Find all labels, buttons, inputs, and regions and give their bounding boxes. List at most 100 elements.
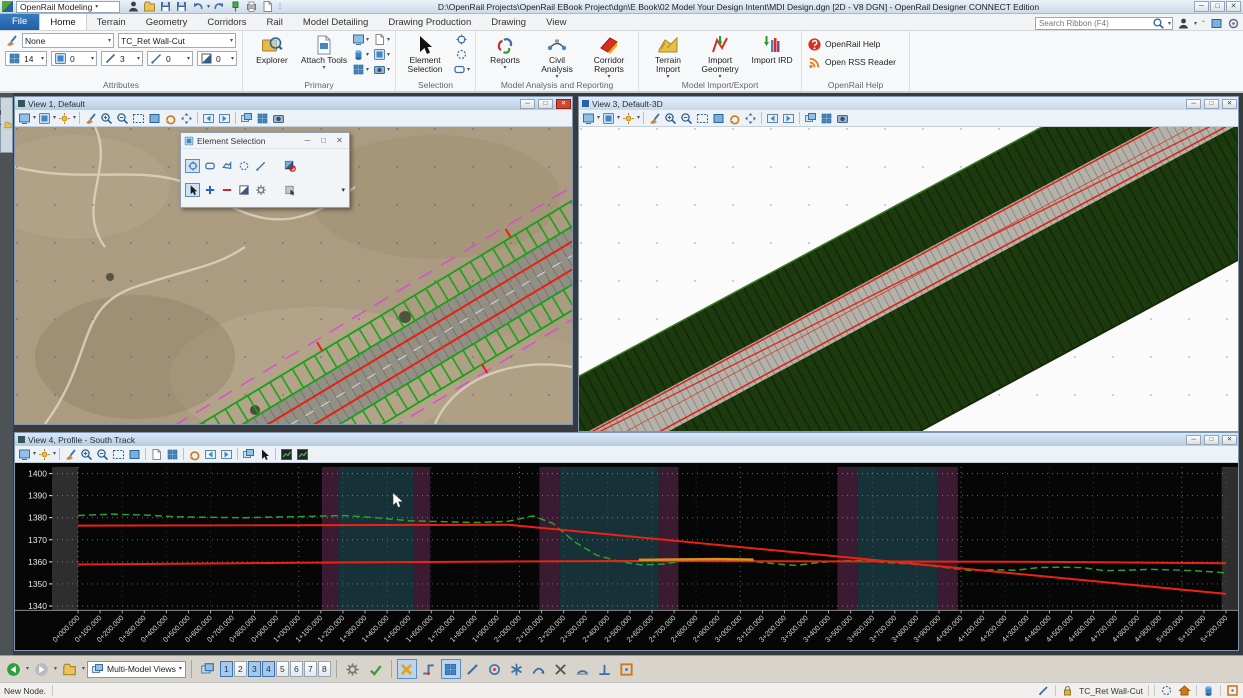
ribbon-tab-drawing[interactable]: Drawing [481,14,536,30]
select-disable-handles[interactable] [282,159,297,173]
active-level-combo[interactable]: 14 ▾ [5,51,47,66]
maximize-button[interactable]: □ [1210,1,1225,12]
view-toggle-5[interactable]: 5 [276,661,289,677]
minimize-ribbon-icon[interactable]: ⌃ [1201,21,1206,27]
pin-icon[interactable] [229,0,242,13]
profile-chart-alt-icon[interactable] [295,447,310,462]
undo-caret-icon[interactable]: ▾ [207,4,210,10]
view-minimize-button[interactable]: ─ [1186,99,1201,109]
attach-tools-button[interactable]: Attach Tools ▾ [300,33,348,71]
update-view-brush-icon[interactable] [647,111,662,126]
ribbon-search[interactable]: ▾ [1035,17,1173,30]
rotate-view-icon[interactable] [727,111,742,126]
fence-crosshair-icon[interactable] [453,33,470,46]
undo-icon[interactable] [191,0,204,13]
terrain-import-button[interactable]: Terrain Import ▾ [644,33,692,80]
open-rss-reader-button[interactable]: Open RSS Reader [807,55,896,69]
view-attributes-caret-icon[interactable]: ▾ [33,451,36,457]
view-history-button[interactable] [59,659,80,680]
reports-button[interactable]: Reports ▾ [481,33,529,71]
accudraw-window-button[interactable] [617,659,637,679]
view-restore-button[interactable]: □ [1204,435,1219,445]
select-shape-mode[interactable] [219,159,234,173]
bisector-snap-button[interactable] [529,659,549,679]
view-toggle-6[interactable]: 6 [290,661,303,677]
view-attributes-caret-icon[interactable]: ▾ [597,115,600,121]
corridor-reports-button[interactable]: Corridor Reports ▾ [585,33,633,80]
place-profile-intersection-icon[interactable] [257,447,272,462]
view3-window[interactable]: View 3, Default-3D ─ □ ✕ ▾▾▾ [578,96,1239,432]
explorer-panel-tab[interactable]: Explorer [0,97,13,153]
view-toggle-8[interactable]: 8 [318,661,331,677]
window-area-icon[interactable] [131,111,146,126]
select-individual-mode[interactable] [185,159,200,173]
dialog-close-button[interactable]: ✕ [333,136,346,145]
properties-icon[interactable] [261,0,274,13]
copy-view-icon[interactable] [241,447,256,462]
copy-view-icon[interactable] [239,111,254,126]
qat-more-icon[interactable]: ⋮ [277,4,283,10]
view3-content[interactable] [579,127,1238,431]
display-style-icon[interactable] [601,111,616,126]
select-circle-mode[interactable] [236,159,251,173]
search-caret-icon[interactable]: ▾ [1168,21,1171,27]
view-groups-gear-button[interactable] [342,659,363,680]
nearest-snap-button[interactable] [419,659,439,679]
view-toggle-3[interactable]: 3 [248,661,261,677]
rotate-view-icon[interactable] [163,111,178,126]
view-toggles-button[interactable] [197,659,218,680]
workflow-selector[interactable]: OpenRail Modeling ▾ [16,1,120,13]
user-account-icon[interactable] [1177,17,1190,30]
view-restore-button[interactable]: □ [538,99,553,109]
fit-view-icon[interactable] [127,447,142,462]
active-color-combo[interactable]: 0 ▾ [51,51,97,66]
back-caret-icon[interactable]: ▾ [26,666,29,672]
view-brightness-icon[interactable] [57,111,72,126]
ribbon-tab-view[interactable]: View [536,14,576,30]
point-clouds-icon[interactable] [373,48,386,61]
profile-chart-icon[interactable] [279,447,294,462]
civil-analysis-button[interactable]: Civil Analysis ▾ [533,33,581,80]
view-previous-button[interactable] [3,659,24,680]
select-block-mode[interactable] [202,159,217,173]
keypoint-snap-button[interactable] [441,659,461,679]
view-toggle-4[interactable]: 4 [262,661,275,677]
view-previous-icon[interactable] [203,447,218,462]
view-previous-icon[interactable] [765,111,780,126]
zoom-out-icon[interactable] [115,111,130,126]
select-gray-block[interactable] [282,183,297,197]
view-brightness-icon[interactable] [621,111,636,126]
view-close-button[interactable]: ✕ [1222,435,1237,445]
search-input[interactable] [1039,19,1149,28]
save-settings-icon[interactable] [175,0,188,13]
intersection-snap-button[interactable] [551,659,571,679]
element-selection-button[interactable]: Element Selection [401,33,449,74]
view-flags-icon[interactable] [255,111,270,126]
view-next-icon[interactable] [781,111,796,126]
view-brightness-caret-icon[interactable]: ▾ [53,451,56,457]
open-file-icon[interactable] [143,0,156,13]
zoom-in-icon[interactable] [79,447,94,462]
center-snap-button[interactable] [485,659,505,679]
fence-circle-icon[interactable] [453,48,470,61]
line-weight-combo[interactable]: 0 ▾ [147,51,193,66]
select-invert-mode[interactable] [236,183,251,197]
zoom-in-icon[interactable] [99,111,114,126]
fence-rectangle-icon[interactable] [453,63,466,76]
accusnap-toggle-button[interactable] [397,659,417,679]
close-button[interactable]: ✕ [1226,1,1241,12]
copy-view-icon[interactable] [803,111,818,126]
view-next-icon[interactable] [219,447,234,462]
dialog-pin-button[interactable]: □ [317,136,330,145]
openrail-help-button[interactable]: OpenRail Help [807,37,896,51]
ribbon-tab-file[interactable]: File [0,13,39,30]
view4-titlebar[interactable]: View 4, Profile - South Track ─ □ ✕ [15,433,1238,446]
view-attributes-icon[interactable] [17,111,32,126]
help-globe-icon[interactable] [1227,17,1240,30]
explorer-button[interactable]: Explorer [248,33,296,65]
view-attributes-caret-icon[interactable]: ▾ [33,115,36,121]
active-feature-combo[interactable]: None ▾ [22,33,114,48]
profile-report-icon[interactable] [149,447,164,462]
element-selection-dialog[interactable]: Element Selection ─ □ ✕ [180,132,350,208]
ribbon-tab-geometry[interactable]: Geometry [136,14,198,30]
